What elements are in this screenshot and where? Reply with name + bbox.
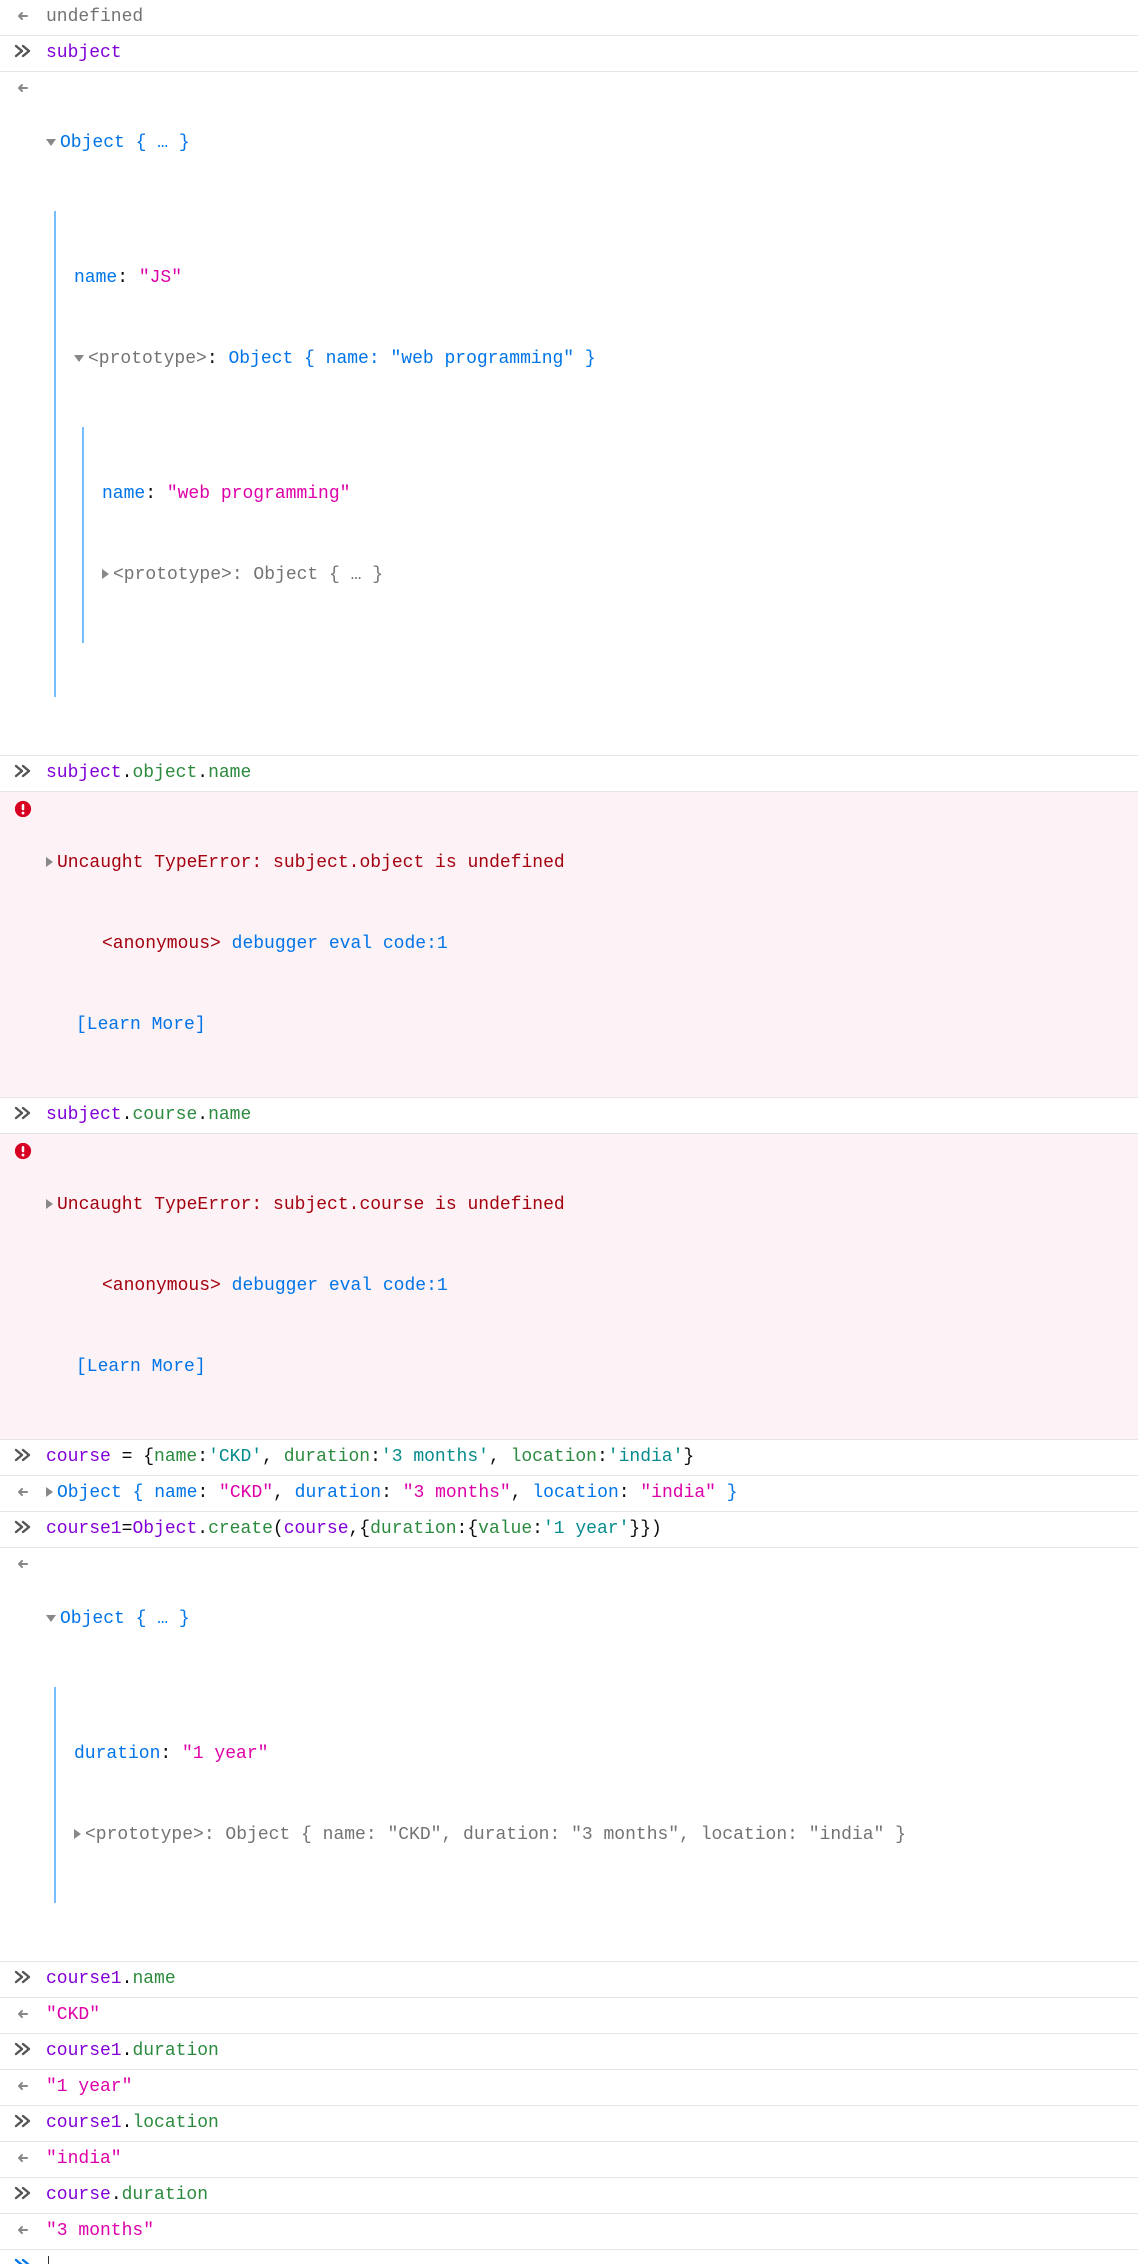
console-input[interactable] (46, 2254, 1138, 2264)
console-row: "CKD" (0, 1998, 1138, 2034)
output-undefined: undefined (46, 4, 1138, 31)
prompt-arrow-icon (0, 1966, 46, 1993)
input-line[interactable]: course1.name (46, 1966, 1138, 1993)
result-arrow-icon (0, 4, 46, 31)
collapse-triangle-icon[interactable] (46, 857, 53, 867)
console-row: subject (0, 36, 1138, 72)
collapse-triangle-icon[interactable] (46, 1487, 53, 1497)
prompt-arrow-icon (0, 2182, 46, 2209)
learn-more-link[interactable]: [Learn More] (76, 1015, 206, 1035)
console-row: subject.course.name (0, 1098, 1138, 1134)
prompt-arrow-icon (0, 2254, 46, 2264)
console-input-row[interactable] (0, 2250, 1138, 2264)
console-row: Object { … } duration: "1 year" <prototy… (0, 1548, 1138, 1962)
input-line[interactable]: course1.location (46, 2110, 1138, 2137)
collapse-triangle-icon[interactable] (74, 1829, 81, 1839)
expand-triangle-icon[interactable] (46, 1615, 56, 1622)
console-row: course1.location (0, 2106, 1138, 2142)
console-error-row: Uncaught TypeError: subject.course is un… (0, 1134, 1138, 1440)
console-row: course1.duration (0, 2034, 1138, 2070)
console-row: course1.name (0, 1962, 1138, 1998)
error-body[interactable]: Uncaught TypeError: subject.object is un… (46, 796, 1138, 1093)
result-arrow-icon (0, 2218, 46, 2245)
result-arrow-icon (0, 2146, 46, 2173)
learn-more-link[interactable]: [Learn More] (76, 1357, 206, 1377)
input-line[interactable]: course = {name:'CKD', duration:'3 months… (46, 1444, 1138, 1471)
output-string: "1 year" (46, 2074, 1138, 2101)
prompt-arrow-icon (0, 1516, 46, 1543)
console-row: undefined (0, 0, 1138, 36)
source-link[interactable]: debugger eval code:1 (232, 1276, 448, 1296)
console-row: Object { … } name: "JS" <prototype>: Obj… (0, 72, 1138, 756)
input-line[interactable]: subject.object.name (46, 760, 1138, 787)
expand-triangle-icon[interactable] (74, 355, 84, 362)
output-string: "CKD" (46, 2002, 1138, 2029)
prompt-arrow-icon (0, 2110, 46, 2137)
input-line[interactable]: subject.course.name (46, 1102, 1138, 1129)
prompt-arrow-icon (0, 2038, 46, 2065)
collapse-triangle-icon[interactable] (102, 569, 109, 579)
console-row: "3 months" (0, 2214, 1138, 2250)
error-body[interactable]: Uncaught TypeError: subject.course is un… (46, 1138, 1138, 1435)
console-row: course = {name:'CKD', duration:'3 months… (0, 1440, 1138, 1476)
console-row: course1=Object.create(course,{duration:{… (0, 1512, 1138, 1548)
output-string: "india" (46, 2146, 1138, 2173)
error-icon (0, 1138, 46, 1435)
result-arrow-icon (0, 1480, 46, 1507)
result-arrow-icon (0, 76, 46, 751)
prompt-arrow-icon (0, 40, 46, 67)
source-link[interactable]: debugger eval code:1 (232, 934, 448, 954)
expand-triangle-icon[interactable] (46, 139, 56, 146)
console-row: Object { name: "CKD", duration: "3 month… (0, 1476, 1138, 1512)
input-line[interactable]: course1=Object.create(course,{duration:{… (46, 1516, 1138, 1543)
error-icon (0, 796, 46, 1093)
console-error-row: Uncaught TypeError: subject.object is un… (0, 792, 1138, 1098)
console-row: course.duration (0, 2178, 1138, 2214)
result-arrow-icon (0, 1552, 46, 1957)
text-cursor-icon (48, 2256, 49, 2264)
input-line[interactable]: course.duration (46, 2182, 1138, 2209)
prompt-arrow-icon (0, 1444, 46, 1471)
input-line[interactable]: course1.duration (46, 2038, 1138, 2065)
result-arrow-icon (0, 2002, 46, 2029)
object-tree[interactable]: Object { … } duration: "1 year" <prototy… (46, 1552, 1138, 1957)
console-row: subject.object.name (0, 756, 1138, 792)
console-row: "1 year" (0, 2070, 1138, 2106)
prompt-arrow-icon (0, 1102, 46, 1129)
object-tree[interactable]: Object { … } name: "JS" <prototype>: Obj… (46, 76, 1138, 751)
prompt-arrow-icon (0, 760, 46, 787)
object-preview[interactable]: Object { name: "CKD", duration: "3 month… (46, 1480, 1138, 1507)
console-row: "india" (0, 2142, 1138, 2178)
output-string: "3 months" (46, 2218, 1138, 2245)
result-arrow-icon (0, 2074, 46, 2101)
input-line[interactable]: subject (46, 40, 1138, 67)
collapse-triangle-icon[interactable] (46, 1199, 53, 1209)
